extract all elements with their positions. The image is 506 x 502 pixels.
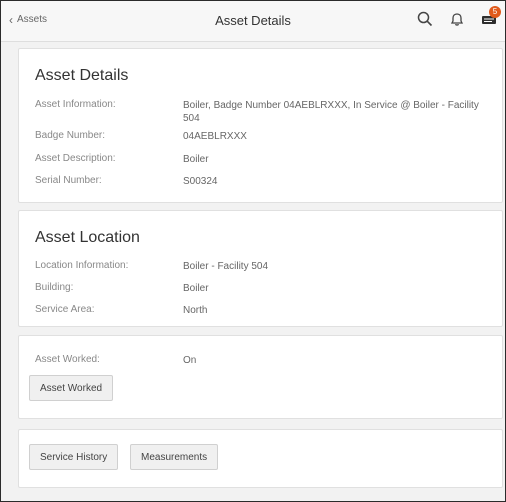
detail-row: Asset Information: Boiler, Badge Number … — [35, 99, 492, 125]
asset-details-heading: Asset Details — [35, 67, 129, 84]
asset-worked-value: On — [183, 355, 197, 366]
notification-badge: 5 — [489, 6, 501, 18]
asset-worked-label: Asset Worked: — [35, 354, 100, 365]
asset-worked-card: Asset Worked: On Asset Worked — [18, 335, 503, 419]
measurements-button[interactable]: Measurements — [130, 444, 219, 470]
badge-number-value: 04AEBLRXXX — [183, 131, 247, 142]
location-information-label: Location Information: — [35, 260, 129, 271]
building-value: Boiler — [183, 283, 209, 294]
building-label: Building: — [35, 282, 74, 293]
serial-number-label: Serial Number: — [35, 175, 102, 186]
badge-number-label: Badge Number: — [35, 130, 106, 141]
asset-information-label: Asset Information: — [35, 99, 116, 110]
asset-information-value: Boiler, Badge Number 04AEBLRXXX, In Serv… — [183, 100, 479, 124]
asset-location-card: Asset Location Location Information: Boi… — [18, 210, 503, 327]
location-information-value: Boiler - Facility 504 — [183, 261, 269, 272]
asset-description-value: Boiler — [183, 154, 209, 165]
service-area-label: Service Area: — [35, 304, 95, 315]
top-bar: ‹ Assets Asset Details 5 — [1, 1, 505, 42]
asset-location-heading: Asset Location — [35, 229, 140, 246]
service-history-button[interactable]: Service History — [29, 444, 119, 470]
app-frame: ‹ Assets Asset Details 5 Asset Details A… — [0, 0, 506, 502]
service-area-value: North — [183, 305, 208, 316]
actions-card: Service History Measurements — [18, 429, 503, 488]
search-icon[interactable] — [415, 9, 435, 29]
notifications-icon[interactable]: 5 — [479, 6, 501, 29]
serial-number-value: S00324 — [183, 176, 218, 187]
asset-description-label: Asset Description: — [35, 153, 116, 164]
asset-details-card: Asset Details Asset Information: Boiler,… — [18, 48, 503, 203]
header-icons: 5 — [415, 6, 501, 29]
asset-worked-button[interactable]: Asset Worked — [29, 375, 114, 401]
bell-icon[interactable] — [447, 9, 467, 29]
